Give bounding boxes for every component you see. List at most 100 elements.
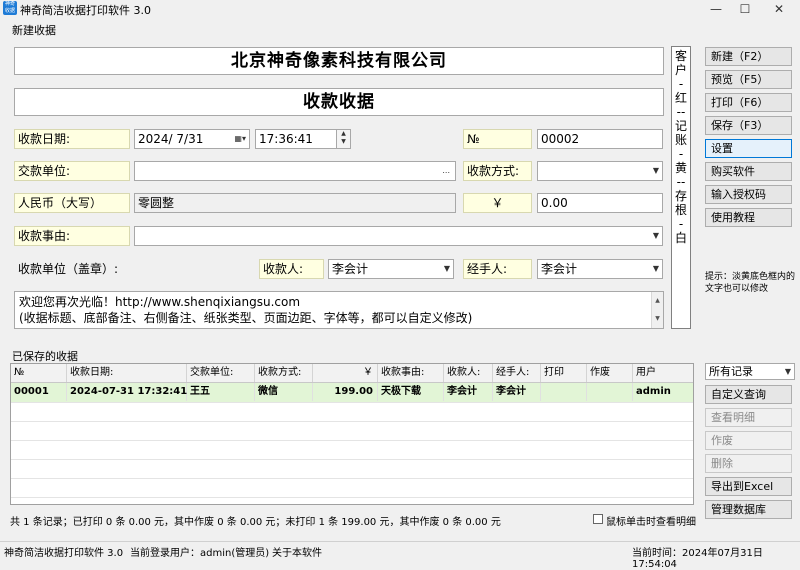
method-select[interactable]: ▼	[537, 161, 663, 181]
bottom-note-textarea[interactable]: 欢迎您再次光临！http://www.shenqixiangsu.com (收据…	[14, 291, 664, 329]
chevron-down-icon: ▼	[652, 231, 659, 240]
click-detail-label: 鼠标单击时查看明细	[606, 517, 696, 528]
date-label[interactable]: 收款日期:	[14, 129, 130, 149]
view-detail-button[interactable]: 查看明细	[705, 408, 792, 427]
chevron-down-icon: ▼	[652, 166, 659, 175]
delete-button[interactable]: 删除	[705, 454, 792, 473]
note-line-2: (收据标题、底部备注、右侧备注、纸张类型、页面边距、字体等，都可以自定义修改)	[19, 311, 473, 325]
reason-label[interactable]: 收款事由:	[14, 226, 130, 246]
status-bar: 神奇简洁收据打印软件 3.0 当前登录用户：admin(管理员) 关于本软件 当…	[0, 541, 800, 570]
handler-label[interactable]: 经手人:	[463, 259, 532, 279]
column-header[interactable]: 打印	[541, 364, 587, 382]
table-cell: admin	[633, 383, 693, 401]
number-label[interactable]: №	[463, 129, 532, 149]
payer-label[interactable]: 交款单位:	[14, 161, 130, 181]
calendar-dropdown-icon[interactable]: ▦▾	[234, 130, 246, 148]
about-link[interactable]: 关于本软件	[272, 544, 322, 559]
column-header[interactable]: ￥	[313, 364, 378, 382]
side-note-char: -	[678, 77, 684, 91]
time-input[interactable]: 17:36:41 ▲ ▼	[255, 129, 351, 149]
title-bar: 神奇收据 神奇简洁收据打印软件 3.0 — ☐ ✕	[0, 0, 800, 18]
minimize-icon[interactable]: —	[700, 0, 732, 18]
save-button[interactable]: 保存（F3）	[705, 116, 792, 135]
side-note-char: -	[678, 217, 684, 231]
window-title: 神奇简洁收据打印软件 3.0	[20, 4, 151, 17]
time-spinner-icon[interactable]: ▲ ▼	[336, 130, 350, 148]
column-header[interactable]: №	[11, 364, 67, 382]
column-header[interactable]: 收款方式:	[255, 364, 313, 382]
number-input[interactable]: 00002	[537, 129, 663, 149]
receipt-title-field[interactable]: 收款收据	[14, 88, 664, 116]
side-note-field[interactable]: 客户 - 红 -- 记账 - 黄 -- 存根 - 白	[671, 46, 691, 329]
table-cell: 李会计	[444, 383, 493, 401]
table-cell	[541, 383, 587, 401]
column-header[interactable]: 收款人:	[444, 364, 493, 382]
rmb-upper-label[interactable]: 人民币（大写）	[14, 193, 130, 213]
hint-text: 提示：淡黄底色框内的文字也可以修改	[705, 272, 796, 294]
side-note-char: 红	[674, 91, 687, 105]
receiver-label[interactable]: 收款人:	[259, 259, 324, 279]
reason-select[interactable]: ▼	[134, 226, 663, 246]
chevron-down-icon: ▼	[443, 264, 450, 273]
column-header[interactable]: 收款日期:	[67, 364, 187, 382]
table-cell: 199.00	[313, 383, 378, 401]
tutorial-button[interactable]: 使用教程	[705, 208, 792, 227]
click-detail-checkbox[interactable]	[593, 514, 603, 524]
table-cell: 王五	[187, 383, 255, 401]
maximize-icon[interactable]: ☐	[729, 0, 761, 18]
saved-receipts-grid[interactable]: № 收款日期: 交款单位: 收款方式: ￥ 收款事由: 收款人: 经手人: 打印 作废 用户 000…	[10, 363, 694, 505]
custom-query-button[interactable]: 自定义查询	[705, 385, 792, 404]
column-header[interactable]: 用户	[633, 364, 693, 382]
method-label[interactable]: 收款方式:	[463, 161, 532, 181]
export-excel-button[interactable]: 导出到Excel	[705, 477, 792, 496]
handler-select[interactable]: 李会计 ▼	[537, 259, 663, 279]
column-header[interactable]: 经手人:	[493, 364, 541, 382]
table-row[interactable]: 00001 2024-07-31 17:32:41 王五 微信 199.00 天极下载 李会…	[11, 383, 693, 402]
receiver-select[interactable]: 李会计 ▼	[328, 259, 454, 279]
seal-label[interactable]: 收款单位（盖章）:	[14, 259, 130, 279]
side-note-char: 白	[674, 231, 687, 245]
note-scrollbar[interactable]: ▲ ▼	[651, 292, 663, 328]
manage-db-button[interactable]: 管理数据库	[705, 500, 792, 519]
payer-ellipsis-button[interactable]: ...	[442, 162, 450, 180]
close-icon[interactable]: ✕	[763, 0, 795, 18]
new-receipt-group-title: 新建收据	[12, 24, 56, 37]
side-note-char: 客	[674, 49, 687, 63]
column-header[interactable]: 交款单位:	[187, 364, 255, 382]
void-button[interactable]: 作废	[705, 431, 792, 450]
column-header[interactable]: 收款事由:	[378, 364, 444, 382]
saved-receipts-group-title: 已保存的收据	[12, 350, 78, 363]
time-value: 17:36:41	[259, 132, 313, 146]
amount-input[interactable]: 0.00	[537, 193, 663, 213]
license-button[interactable]: 输入授权码	[705, 185, 792, 204]
summary-text: 共 1 条记录；已打印 0 条 0.00 元，其中作废 0 条 0.00 元；未…	[10, 517, 501, 528]
table-cell	[587, 383, 633, 401]
preview-button[interactable]: 预览（F5）	[705, 70, 792, 89]
rmb-upper-value: 零圆整	[134, 193, 456, 213]
side-note-char: --	[676, 105, 686, 119]
table-cell: 天极下载	[378, 383, 444, 401]
date-value: 2024/ 7/31	[138, 132, 204, 146]
grid-line	[11, 478, 693, 479]
date-picker[interactable]: 2024/ 7/31 ▦▾	[134, 129, 250, 149]
record-filter-select[interactable]: 所有记录 ▼	[705, 363, 795, 380]
grid-line	[11, 497, 693, 498]
yen-label[interactable]: ￥	[463, 193, 532, 213]
grid-body: 00001 2024-07-31 17:32:41 王五 微信 199.00 天极下载 李会…	[11, 383, 693, 504]
buy-button[interactable]: 购买软件	[705, 162, 792, 181]
handler-value: 李会计	[541, 262, 578, 276]
print-button[interactable]: 打印（F6）	[705, 93, 792, 112]
status-app-name: 神奇简洁收据打印软件 3.0	[4, 548, 124, 559]
payer-input[interactable]: ...	[134, 161, 456, 181]
side-note-char: --	[676, 175, 686, 189]
side-note-char: 根	[674, 203, 687, 217]
table-cell: 微信	[255, 383, 313, 401]
side-note-char: 存	[674, 189, 687, 203]
side-note-char: 记	[674, 119, 687, 133]
new-button[interactable]: 新建（F2）	[705, 47, 792, 66]
company-name-field[interactable]: 北京神奇像素科技有限公司	[14, 47, 664, 75]
record-filter-value: 所有记录	[709, 365, 753, 378]
settings-button[interactable]: 设置	[705, 139, 792, 158]
side-note-char: 黄	[674, 161, 687, 175]
column-header[interactable]: 作废	[587, 364, 633, 382]
